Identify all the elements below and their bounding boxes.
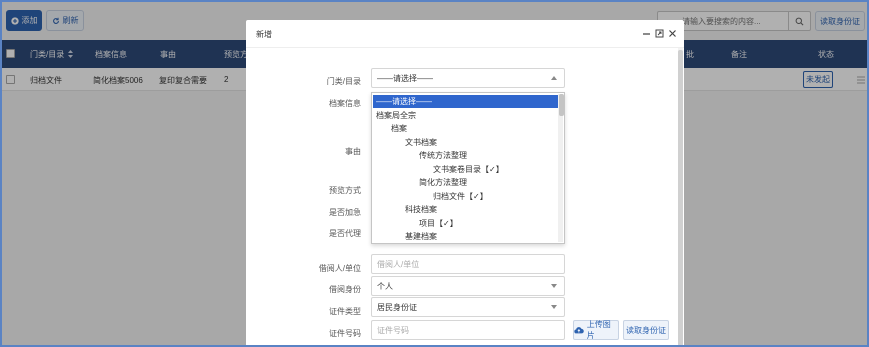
dropdown-scrollbar-track[interactable] <box>558 94 563 242</box>
dropdown-option[interactable]: 传统方法整理 <box>373 149 558 162</box>
archive-info-label: 档案信息 <box>329 99 361 108</box>
caret-down-icon <box>551 284 557 288</box>
reason-label: 事由 <box>345 147 361 156</box>
category-label: 门类/目录 <box>326 77 361 86</box>
cert-number-placeholder: 证件号码 <box>377 325 409 335</box>
dropdown-option[interactable]: 文书案卷目录【✓】 <box>373 163 558 176</box>
new-record-dialog: 新增 门类/目录 ——请选择—— 档案信息 事由 预览方式 是否加急 是否代理 … <box>246 20 684 345</box>
upload-image-button[interactable]: 上传图片 <box>573 320 619 340</box>
cert-type-select[interactable]: 居民身份证 <box>371 297 565 317</box>
dropdown-option[interactable]: 归档文件【✓】 <box>373 190 558 203</box>
cert-number-input[interactable]: 证件号码 <box>371 320 565 340</box>
urgent-label: 是否加急 <box>329 208 361 217</box>
identity-select[interactable]: 个人 <box>371 276 565 296</box>
cert-type-select-value: 居民身份证 <box>377 302 417 312</box>
dropdown-option[interactable]: 档案 <box>373 122 558 135</box>
dropdown-option[interactable]: 简化方法整理 <box>373 176 558 189</box>
minimize-button[interactable] <box>640 27 652 39</box>
maximize-icon <box>655 29 663 37</box>
app-frame: 添加 刷新 读取身份证 门类/目录 档案信息 事由 预览方 批 备注 状态 归档… <box>0 0 869 347</box>
identity-select-value: 个人 <box>377 281 393 291</box>
category-select[interactable]: ——请选择—— <box>371 68 565 88</box>
dropdown-option[interactable]: 基建档案 <box>373 230 558 243</box>
dialog-read-id-card-label: 读取身份证 <box>626 325 666 335</box>
category-dropdown-list: ——请选择—— 档案局全宗 档案 文书档案 传统方法整理 文书案卷目录【✓】 简化方法整理归… <box>371 92 565 244</box>
dialog-header: 新增 <box>246 20 684 48</box>
dropdown-option[interactable]: 文书档案 <box>373 136 558 149</box>
dropdown-scrollbar-thumb[interactable] <box>559 94 564 116</box>
proxy-label: 是否代理 <box>329 229 361 238</box>
category-select-value: ——请选择—— <box>377 73 433 83</box>
caret-up-icon <box>551 76 557 80</box>
preview-mode-label: 预览方式 <box>329 186 361 195</box>
close-icon <box>668 29 676 37</box>
dropdown-option[interactable]: 档案局全宗 <box>373 109 558 122</box>
dropdown-option[interactable]: 科技档案 <box>373 203 558 216</box>
upload-image-label: 上传图片 <box>586 320 611 340</box>
dialog-scrollbar-thumb[interactable] <box>678 50 683 345</box>
dropdown-option[interactable]: ——请选择—— <box>373 95 558 108</box>
minimize-icon <box>642 32 650 35</box>
dialog-read-id-card-button[interactable]: 读取身份证 <box>623 320 669 340</box>
maximize-button[interactable] <box>653 27 665 39</box>
cert-number-label: 证件号码 <box>329 329 361 338</box>
borrower-label: 借阅人/单位 <box>318 264 361 273</box>
borrower-input[interactable]: 借阅人/单位 <box>371 254 565 274</box>
cert-type-label: 证件类型 <box>329 307 361 316</box>
cloud-upload-icon <box>574 327 584 334</box>
identity-label: 借阅身份 <box>329 285 361 294</box>
dialog-title: 新增 <box>256 30 272 39</box>
dropdown-option[interactable]: 项目【✓】 <box>373 217 558 230</box>
close-button[interactable] <box>666 27 678 39</box>
borrower-placeholder: 借阅人/单位 <box>377 259 420 269</box>
caret-down-icon <box>551 305 557 309</box>
